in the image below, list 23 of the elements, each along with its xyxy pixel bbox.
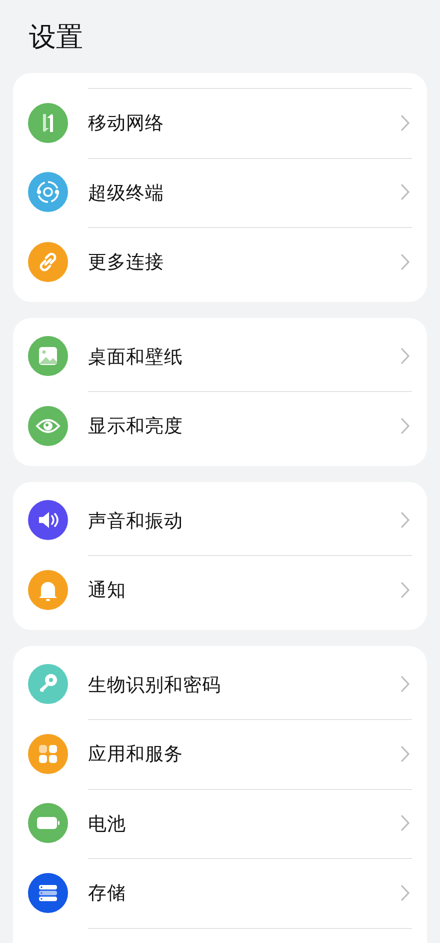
chevron-icon [400, 114, 410, 132]
chevron-icon [400, 252, 410, 271]
chevron-icon [400, 347, 410, 366]
setting-label[interactable]: 电池 [88, 810, 400, 836]
setting-label[interactable]: 声音和振动 [88, 508, 400, 533]
chevron-icon [400, 580, 410, 599]
page-title: 设置 [28, 21, 84, 55]
chevron-icon [400, 416, 410, 435]
chevron-icon [400, 675, 410, 694]
chevron-icon [400, 183, 410, 202]
setting-label[interactable]: 移动网络 [88, 110, 400, 136]
setting-label[interactable]: 生物识别和密码 [88, 672, 400, 697]
setting-label[interactable]: 桌面和壁纸 [88, 344, 400, 369]
setting-label[interactable]: 更多连接 [88, 249, 400, 274]
setting-label[interactable]: 存储 [88, 880, 400, 906]
setting-label[interactable]: 通知 [88, 577, 400, 602]
setting-label[interactable]: 应用和服务 [88, 741, 400, 766]
setting-label[interactable]: 超级终端 [88, 180, 400, 205]
chevron-icon [400, 814, 410, 832]
chevron-icon [400, 884, 410, 902]
chevron-icon [400, 511, 410, 530]
setting-label[interactable]: 显示和亮度 [88, 413, 400, 438]
chevron-icon [400, 744, 410, 763]
